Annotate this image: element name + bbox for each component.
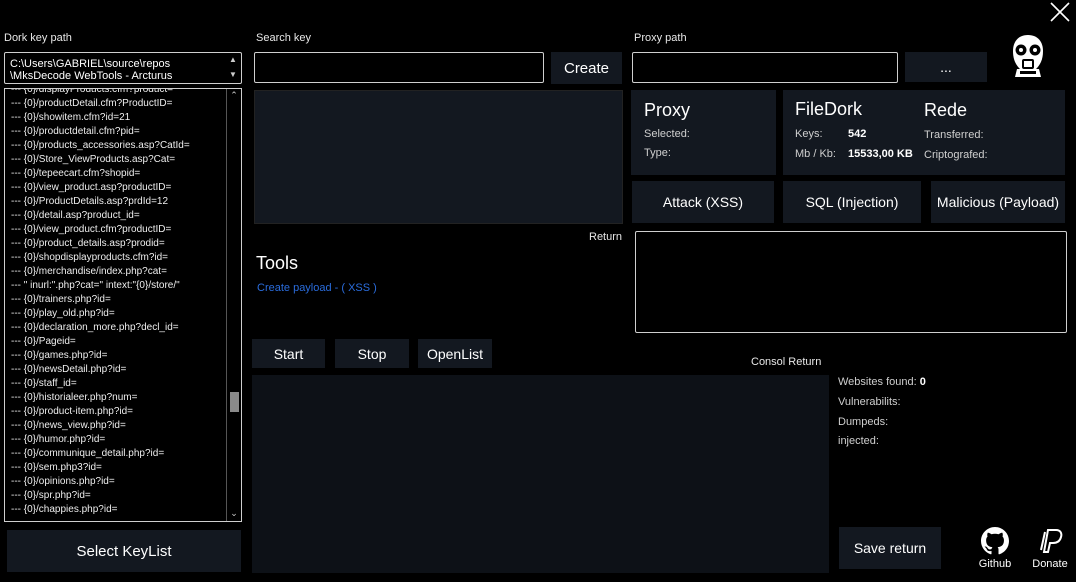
- scroll-up-icon[interactable]: ⌃: [227, 89, 241, 101]
- dork-path-scrollbar[interactable]: ▲ ▼: [227, 54, 240, 82]
- list-item[interactable]: --- {0}/ProductDetails.asp?prdId=12: [5, 195, 227, 209]
- rede-transferred-label: Transferred:: [924, 129, 984, 141]
- save-return-button[interactable]: Save return: [839, 527, 941, 569]
- dork-path-line2: \MksDecode WebTools - Arcturus: [10, 70, 173, 82]
- filedork-size-label: Mb / Kb:: [795, 148, 836, 160]
- list-item[interactable]: --- {0}/historialeer.php?num=: [5, 391, 227, 405]
- dork-list[interactable]: --- {0}/displayProducts.cfm?product= ---…: [4, 88, 242, 522]
- list-item[interactable]: --- {0}/view_product.cfm?productID=: [5, 223, 227, 237]
- websites-found-text: Websites found:: [838, 376, 917, 388]
- list-item[interactable]: --- {0}/merchandise/index.php?cat=: [5, 265, 227, 279]
- list-item[interactable]: --- {0}/declaration_more.php?decl_id=: [5, 321, 227, 335]
- close-icon[interactable]: [1048, 1, 1072, 23]
- list-item[interactable]: --- {0}/products_accessories.asp?CatId=: [5, 139, 227, 153]
- select-keylist-button[interactable]: Select KeyList: [7, 530, 241, 572]
- sql-injection-button[interactable]: SQL (Injection): [783, 181, 921, 223]
- github-link[interactable]: Github: [974, 527, 1016, 573]
- list-item[interactable]: --- {0}/Pageid=: [5, 335, 227, 349]
- list-item[interactable]: --- {0}/chappies.php?id=: [5, 503, 227, 517]
- list-item[interactable]: --- {0}/product-item.php?id=: [5, 405, 227, 419]
- list-item[interactable]: --- {0}/detail.asp?product_id=: [5, 209, 227, 223]
- proxy-path-input[interactable]: [632, 52, 898, 83]
- dork-list-items: --- {0}/displayProducts.cfm?product= ---…: [5, 89, 227, 517]
- dork-list-scrollbar[interactable]: ⌃ ⌄: [226, 89, 241, 521]
- proxy-panel-title: Proxy: [644, 100, 691, 120]
- console-return-label: Consol Return: [751, 356, 822, 368]
- filedork-keys-value: 542: [848, 128, 867, 140]
- list-item[interactable]: --- {0}/humor.php?id=: [5, 433, 227, 447]
- list-item[interactable]: --- {0}/showitem.cfm?id=21: [5, 111, 227, 125]
- proxy-selected-label: Selected:: [644, 128, 690, 140]
- list-item[interactable]: --- {0}/displayProducts.cfm?product=: [5, 89, 227, 97]
- return-label: Return: [589, 231, 623, 243]
- github-label: Github: [978, 558, 1012, 570]
- filedork-size-value: 15533,00 KB: [848, 148, 913, 160]
- scroll-down-icon[interactable]: ⌄: [227, 507, 241, 519]
- github-icon: [981, 527, 1009, 555]
- list-item[interactable]: --- {0}/newsDetail.php?id=: [5, 363, 227, 377]
- proxy-type-label: Type:: [644, 147, 671, 159]
- filedork-title: FileDork: [795, 99, 863, 119]
- websites-found-label: Websites found: 0: [838, 376, 926, 388]
- list-item[interactable]: --- {0}/trainers.php?id=: [5, 293, 227, 307]
- scroll-down-icon[interactable]: ▼: [229, 70, 237, 79]
- list-item[interactable]: --- " inurl:".php?cat=" intext:"{0}/stor…: [5, 279, 227, 293]
- paypal-icon: [1040, 529, 1063, 553]
- list-item[interactable]: --- {0}/productDetail.cfm?ProductID=: [5, 97, 227, 111]
- scroll-up-icon[interactable]: ▲: [229, 55, 237, 64]
- list-item[interactable]: --- {0}/tepeecart.cfm?shopid=: [5, 167, 227, 181]
- proxy-panel: Proxy Selected: Type:: [631, 90, 776, 175]
- list-item[interactable]: --- {0}/games.php?id=: [5, 349, 227, 363]
- return-textbox[interactable]: [635, 231, 1067, 333]
- list-item[interactable]: --- {0}/play_old.php?id=: [5, 307, 227, 321]
- list-item[interactable]: --- {0}/sem.php3?id=: [5, 461, 227, 475]
- list-item[interactable]: --- {0}/productdetail.cfm?pid=: [5, 125, 227, 139]
- list-item[interactable]: --- {0}/staff_id=: [5, 377, 227, 391]
- list-item[interactable]: --- {0}/product_details.asp?prodid=: [5, 237, 227, 251]
- dumpeds-label: Dumpeds:: [838, 416, 889, 428]
- browse-proxy-button[interactable]: ...: [905, 52, 987, 82]
- malicious-payload-button[interactable]: Malicious (Payload): [931, 181, 1065, 223]
- create-button[interactable]: Create: [551, 52, 622, 84]
- list-item[interactable]: --- {0}/news_view.php?id=: [5, 419, 227, 433]
- donate-label: Donate: [1032, 558, 1068, 570]
- attack-xss-button[interactable]: Attack (XSS): [632, 181, 774, 223]
- donate-link[interactable]: Donate: [1028, 526, 1072, 572]
- start-button[interactable]: Start: [252, 339, 325, 368]
- list-item[interactable]: --- {0}/opinions.php?id=: [5, 475, 227, 489]
- injected-label: injected:: [838, 435, 879, 447]
- list-item[interactable]: --- {0}/communique_detail.php?id=: [5, 447, 227, 461]
- rede-title: Rede: [924, 100, 968, 120]
- vulnerabilities-label: Vulnerabilits:: [838, 396, 901, 408]
- search-key-input[interactable]: [254, 52, 544, 83]
- dork-path-label: Dork key path: [4, 32, 72, 44]
- stop-button[interactable]: Stop: [335, 339, 409, 368]
- search-key-label: Search key: [256, 32, 312, 44]
- dork-path-field[interactable]: C:\Users\GABRIEL\source\repos \MksDecode…: [4, 52, 242, 84]
- filedork-keys-label: Keys:: [795, 128, 823, 140]
- scrollbar-thumb[interactable]: [230, 392, 239, 412]
- proxy-path-label: Proxy path: [634, 32, 687, 44]
- gasmask-logo-icon: [1006, 32, 1050, 82]
- openlist-button[interactable]: OpenList: [418, 339, 492, 368]
- tools-title: Tools: [256, 253, 299, 273]
- search-results-box[interactable]: [254, 90, 623, 224]
- list-item[interactable]: --- {0}/shopdisplayproducts.cfm?id=: [5, 251, 227, 265]
- list-item[interactable]: --- {0}/view_product.asp?productID=: [5, 181, 227, 195]
- websites-found-value: 0: [919, 376, 926, 388]
- rede-encrypted-label: Criptografed:: [924, 149, 988, 161]
- create-payload-link[interactable]: Create payload - ( XSS ): [257, 282, 377, 294]
- dork-path-line1: C:\Users\GABRIEL\source\repos: [10, 58, 171, 70]
- list-item[interactable]: --- {0}/Store_ViewProducts.asp?Cat=: [5, 153, 227, 167]
- filedork-panel: FileDork Keys: 542 Mb / Kb: 15533,00 KB …: [783, 90, 1065, 175]
- console-return-box[interactable]: [252, 375, 829, 573]
- list-item[interactable]: --- {0}/spr.php?id=: [5, 489, 227, 503]
